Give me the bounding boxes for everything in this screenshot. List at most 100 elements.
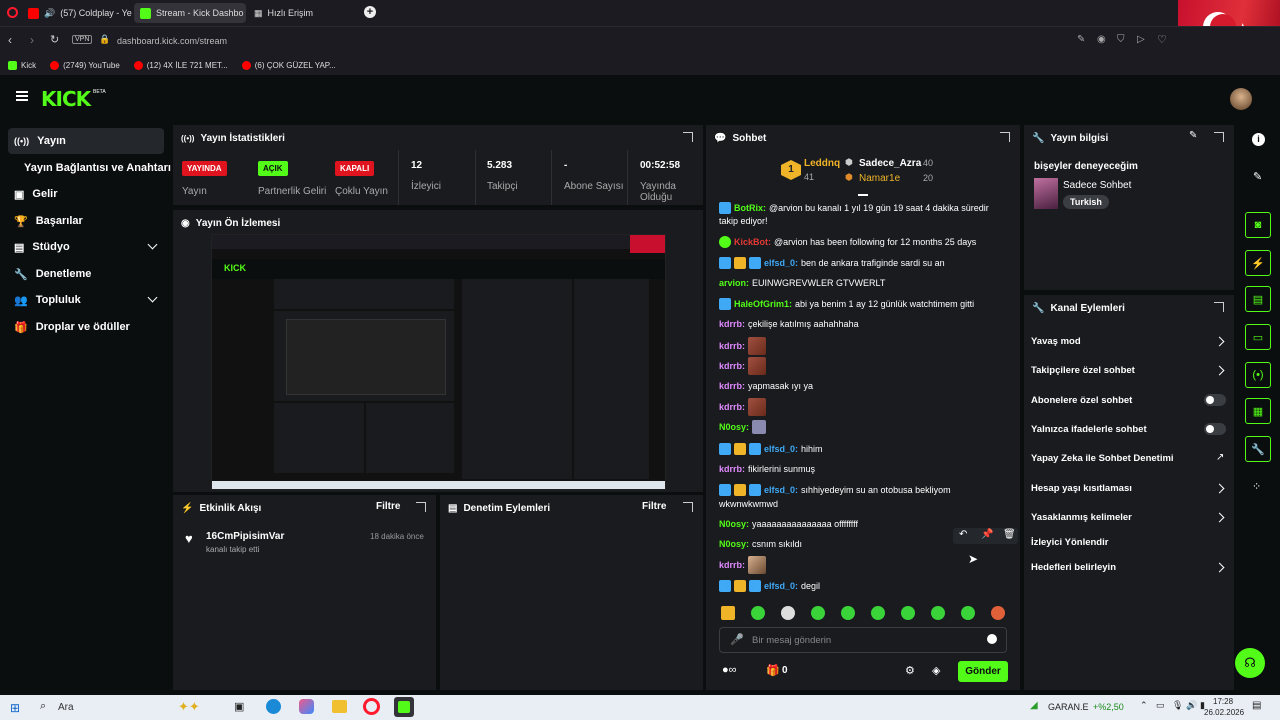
settings-dots-icon[interactable]: ⁘ <box>1252 480 1261 493</box>
tab-kick-dashboard[interactable]: Stream - Kick Dashbo <box>134 3 246 23</box>
gift-icon[interactable]: 🎁 <box>766 664 780 677</box>
expand-icon[interactable] <box>683 132 693 142</box>
heart-icon[interactable]: ♡ <box>1157 33 1167 46</box>
chat-user[interactable]: kdrrb: <box>719 341 745 351</box>
chat-user[interactable]: KickBot: <box>734 237 771 247</box>
stock-symbol[interactable]: GARAN.E <box>1048 702 1089 712</box>
sidebar-item-achievements[interactable]: 🏆 Başarılar <box>8 208 164 234</box>
top-gifter-name[interactable]: Sadece_Azra <box>859 158 921 169</box>
tab-coldplay[interactable]: 🔊 (57) Coldplay - Yellow <box>22 3 132 23</box>
bookmark-video-1[interactable]: (12) 4X İLE 721 MET... <box>133 60 228 70</box>
chat-user[interactable]: N0osy: <box>719 539 749 549</box>
kick-logo[interactable]: KICK <box>41 87 91 111</box>
points-icon[interactable]: ●∞ <box>722 664 737 676</box>
shield-icon[interactable]: ⛉ <box>1117 34 1125 45</box>
vpn-badge[interactable]: VPN <box>72 35 93 44</box>
emote-icon[interactable] <box>751 606 765 620</box>
pin-icon[interactable]: 📌 <box>981 529 993 540</box>
gear-icon[interactable]: ⚙ <box>905 664 915 677</box>
expand-icon[interactable] <box>1214 302 1224 312</box>
reply-icon[interactable]: ↶ <box>959 529 967 540</box>
emoji-icon[interactable] <box>987 634 997 644</box>
edit-icon[interactable]: ✎ <box>1189 130 1197 141</box>
menu-icon[interactable] <box>16 91 28 101</box>
chat-user[interactable]: elfsd_0: <box>764 444 798 454</box>
rail-button-wrench[interactable]: 🔧 <box>1245 436 1271 462</box>
tab-speed-dial[interactable]: ▦ Hızlı Erişim <box>248 3 348 23</box>
sidebar-item-community[interactable]: 👥 Topluluk <box>8 287 164 313</box>
sidebar-item-revenue[interactable]: ▣ Gelir <box>8 181 164 207</box>
chat-input[interactable]: 🎤 Bir mesaj gönderin <box>719 627 1007 653</box>
reload-icon[interactable]: ↻ <box>50 33 59 46</box>
collapse-handle-icon[interactable] <box>858 194 868 196</box>
opera-icon[interactable] <box>7 7 18 18</box>
tray-chevron-icon[interactable]: ⌃ <box>1140 700 1148 711</box>
windows-start-icon[interactable]: ⊞ <box>10 701 20 715</box>
file-explorer-icon[interactable] <box>332 700 347 713</box>
pencil-icon[interactable]: ✎ <box>1253 170 1262 183</box>
top-gifter-name[interactable]: Leddnq <box>804 158 840 169</box>
new-tab-button[interactable]: + <box>364 6 376 18</box>
expand-icon[interactable] <box>1214 132 1224 142</box>
play-icon[interactable]: ▷ <box>1137 34 1145 45</box>
forward-icon[interactable]: › <box>30 33 34 47</box>
tag-chip[interactable]: Turkish <box>1063 195 1109 209</box>
expand-icon[interactable] <box>1000 132 1010 142</box>
trash-icon[interactable]: 🗑 <box>1003 529 1016 540</box>
activity-user[interactable]: 16CmPipisimVar <box>206 531 284 542</box>
action-banned-words[interactable]: Yasaklanmış kelimeler <box>1031 512 1132 523</box>
sidebar-item-drops[interactable]: 🎁 Droplar ve ödüller <box>8 314 164 340</box>
microphone-icon[interactable]: 🎙 <box>1172 700 1183 711</box>
chat-user[interactable]: kdrrb: <box>719 381 745 391</box>
copilot-icon[interactable] <box>299 699 314 714</box>
robot-icon[interactable]: ◈ <box>932 664 940 677</box>
kick-app-icon[interactable] <box>394 697 414 717</box>
action-ai-moderation[interactable]: Yapay Zeka ile Sohbet Denetimi <box>1031 453 1174 464</box>
action-followers-only[interactable]: Takipçilere özel sohbet <box>1031 365 1135 376</box>
emote-icon[interactable] <box>871 606 885 620</box>
bookmark-video-2[interactable]: (6) ÇOK GÜZEL YAP... <box>241 60 336 70</box>
emotes-only-toggle[interactable] <box>1204 423 1226 435</box>
expand-icon[interactable] <box>416 502 426 512</box>
camera-icon[interactable]: ◉ <box>1097 34 1106 45</box>
bookmark-youtube[interactable]: (2749) YouTube <box>50 60 120 70</box>
notification-icon[interactable]: ▤ <box>1252 700 1261 711</box>
clock-date[interactable]: 26.02.2026 <box>1204 708 1244 717</box>
clock-time[interactable]: 17:28 <box>1213 697 1233 706</box>
chat-user[interactable]: elfsd_0: <box>764 485 798 495</box>
support-headset-icon[interactable]: ☊ <box>1235 648 1265 678</box>
stream-preview-video[interactable]: KICK <box>211 234 666 490</box>
rail-button-notes[interactable]: ▤ <box>1245 286 1271 312</box>
chat-user[interactable]: BotRix: <box>734 203 766 213</box>
network-icon[interactable]: ▭ <box>1156 700 1165 711</box>
filter-button[interactable]: Filtre <box>376 501 400 512</box>
task-view-icon[interactable]: ▣ <box>234 700 244 713</box>
sidebar-item-studio[interactable]: ▤ Stüdyo <box>8 234 164 260</box>
chat-user[interactable]: elfsd_0: <box>764 258 798 268</box>
rail-button-camera[interactable]: ◙ <box>1245 212 1271 238</box>
category-name[interactable]: Sadece Sohbet <box>1063 180 1131 191</box>
action-slow-mode[interactable]: Yavaş mod <box>1031 336 1081 347</box>
opera-icon[interactable] <box>363 698 380 715</box>
microphone-icon[interactable]: 🎤 <box>730 633 744 646</box>
emote-icon[interactable] <box>721 606 735 620</box>
sidebar-item-stream[interactable]: ((•)) Yayın <box>8 128 164 154</box>
external-link-icon[interactable]: ↗ <box>1216 452 1224 463</box>
rail-button-chat[interactable]: ▭ <box>1245 324 1271 350</box>
rail-button-lightning[interactable]: ⚡ <box>1245 250 1271 276</box>
sidebar-item-moderation[interactable]: 🔧 Denetleme <box>8 261 164 287</box>
emote-icon[interactable] <box>961 606 975 620</box>
volume-icon[interactable]: 🔊 <box>1186 700 1197 711</box>
emote-icon[interactable] <box>781 606 795 620</box>
search-icon[interactable]: ⌕ <box>40 700 46 713</box>
action-set-goals[interactable]: Hedefleri belirleyin <box>1031 562 1116 573</box>
back-icon[interactable]: ‹ <box>8 33 12 47</box>
emote-icon[interactable] <box>841 606 855 620</box>
emote-icon[interactable] <box>991 606 1005 620</box>
bookmark-kick[interactable]: Kick <box>8 60 36 70</box>
avatar[interactable] <box>1230 88 1252 110</box>
edge-icon[interactable] <box>266 699 281 714</box>
chat-user[interactable]: HaleOfGrim1: <box>734 299 792 309</box>
chat-user[interactable]: N0osy: <box>719 519 749 529</box>
chat-user[interactable]: arvion: <box>719 278 749 288</box>
